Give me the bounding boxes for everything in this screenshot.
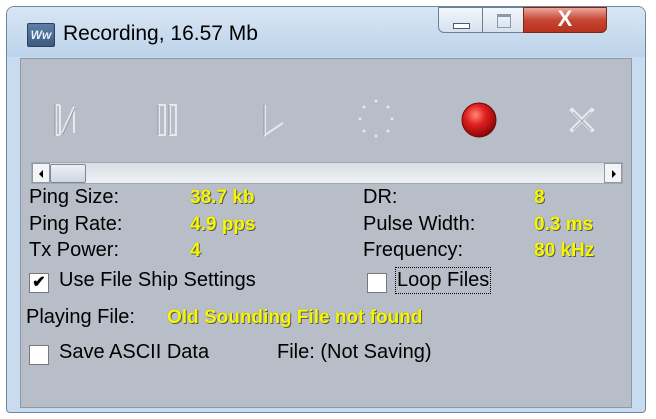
skip-to-start-button[interactable] bbox=[36, 89, 96, 149]
scroll-right-arrow-icon[interactable] bbox=[604, 163, 622, 183]
scroll-left-arrow-icon[interactable] bbox=[32, 163, 50, 183]
file-status-text: File: (Not Saving) bbox=[277, 341, 432, 363]
title-bar[interactable]: Ww Recording, 16.57 Mb X bbox=[7, 7, 645, 57]
record-icon bbox=[461, 102, 497, 138]
scroll-thumb[interactable] bbox=[50, 164, 86, 183]
busy-indicator bbox=[346, 89, 406, 149]
record-button[interactable] bbox=[449, 89, 509, 149]
ping-rate-value: 4.9 pps bbox=[190, 214, 256, 235]
frequency-label: Frequency: bbox=[363, 239, 464, 261]
minimize-button[interactable] bbox=[438, 7, 483, 33]
save-ascii-data-checkbox[interactable] bbox=[29, 345, 49, 365]
playing-file-label: Playing File: bbox=[26, 306, 135, 328]
pause-button[interactable] bbox=[139, 89, 199, 149]
loop-files-checkbox[interactable] bbox=[367, 273, 387, 293]
ping-size-label: Ping Size: bbox=[29, 186, 120, 208]
play-button[interactable] bbox=[243, 89, 303, 149]
use-file-ship-settings-checkbox[interactable]: ✔ bbox=[29, 273, 49, 293]
ping-size-value: 38.7 kb bbox=[190, 187, 255, 208]
dr-value: 8 bbox=[534, 187, 545, 208]
pulse-width-value: 0.3 ms bbox=[534, 214, 594, 235]
close-icon: X bbox=[557, 6, 573, 31]
close-button[interactable]: X bbox=[523, 7, 607, 33]
app-icon: Ww bbox=[27, 23, 55, 47]
loop-files-label[interactable]: Loop Files bbox=[394, 267, 492, 294]
maximize-button[interactable] bbox=[482, 7, 524, 33]
frequency-value: 80 kHz bbox=[534, 240, 595, 261]
pulse-width-label: Pulse Width: bbox=[363, 213, 476, 235]
file-position-scrollbar[interactable] bbox=[31, 162, 623, 184]
recording-window: Ww Recording, 16.57 Mb X Ping Size: 38.7… bbox=[6, 6, 646, 413]
tx-power-value: 4 bbox=[190, 240, 201, 261]
tx-power-label: Tx Power: bbox=[29, 239, 120, 261]
save-ascii-data-label[interactable]: Save ASCII Data bbox=[59, 341, 209, 364]
skip-start-icon bbox=[54, 104, 76, 136]
playing-file-value: Old Sounding File not found bbox=[167, 307, 423, 328]
use-file-ship-settings-label[interactable]: Use File Ship Settings bbox=[59, 269, 256, 292]
stop-button[interactable] bbox=[552, 89, 612, 149]
play-icon bbox=[263, 105, 284, 137]
spinner-icon bbox=[358, 99, 394, 138]
dr-label: DR: bbox=[363, 186, 398, 208]
pause-icon bbox=[157, 104, 177, 136]
ping-rate-label: Ping Rate: bbox=[29, 213, 123, 235]
close-x-icon bbox=[569, 107, 595, 133]
recording-panel: Ping Size: 38.7 kb Ping Rate: 4.9 pps Tx… bbox=[20, 58, 632, 408]
window-title: Recording, 16.57 Mb bbox=[63, 22, 258, 45]
